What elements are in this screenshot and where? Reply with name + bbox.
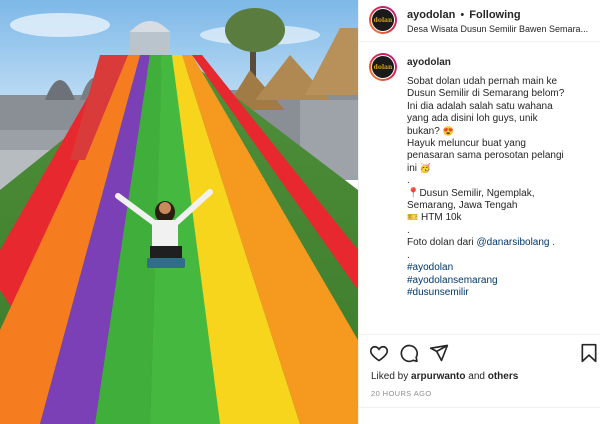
rainbow-slide-image — [0, 0, 358, 424]
hashtag-link[interactable]: #ayodolan — [407, 262, 597, 274]
post-side-panel: dolan ayodolan • Following Desa Wisata D… — [358, 0, 600, 424]
action-bar: Liked by arpurwanto and others 20 HOURS … — [359, 334, 600, 424]
post-photo[interactable] — [0, 0, 358, 424]
likes-summary: Liked by arpurwanto and others — [371, 371, 519, 382]
caption-line: Foto dolan dari @danarsibolang . — [407, 237, 556, 249]
caption-line: Ini dia adalah salah satu wahana — [407, 100, 553, 112]
heart-eyes-emoji-icon: 😍 — [442, 125, 454, 136]
mention-link[interactable]: @danarsibolang — [477, 237, 550, 248]
caption-avatar[interactable]: dolan — [369, 53, 397, 81]
caption-line: Sobat dolan udah pernah main ke — [407, 76, 558, 87]
post-header: dolan ayodolan • Following Desa Wisata D… — [359, 0, 600, 42]
caption-line: . — [407, 224, 410, 236]
ticket-icon: 🎫 — [407, 212, 419, 223]
comment-box[interactable] — [359, 407, 600, 424]
caption-line: Hayuk meluncur buat yang — [407, 138, 526, 150]
hashtag-link[interactable]: #dusunsemilir — [407, 287, 597, 299]
liker-username[interactable]: arpurwanto — [411, 371, 465, 382]
avatar[interactable]: dolan — [369, 6, 397, 34]
caption-line: bukan? 😍 — [407, 125, 454, 137]
caption-line: 🎫 HTM 10k — [407, 212, 462, 224]
grin-emoji-icon: 🥳 — [419, 162, 432, 173]
following-button[interactable]: Following — [469, 9, 520, 21]
ayodolan-logo-icon: dolan — [371, 8, 395, 32]
header-user-line: ayodolan • Following — [407, 9, 521, 21]
location-link[interactable]: Desa Wisata Dusun Semilir Bawen Semara..… — [407, 24, 597, 34]
pin-icon: 📍 — [407, 187, 420, 199]
bookmark-icon[interactable] — [579, 343, 599, 363]
caption-line: . — [407, 249, 410, 261]
share-icon[interactable] — [429, 343, 449, 363]
header-separator: • — [460, 9, 465, 21]
heart-icon[interactable] — [369, 343, 389, 363]
caption-line: 📍Dusun Semilir, Ngemplak, — [407, 187, 535, 199]
likes-others-link[interactable]: others — [488, 371, 519, 382]
comment-icon[interactable] — [399, 343, 419, 363]
header-username[interactable]: ayodolan — [407, 9, 455, 21]
caption-line: yang ada disini loh guys, unik — [407, 113, 538, 125]
post-timestamp[interactable]: 20 HOURS AGO — [371, 389, 432, 398]
caption-line: Dusun Semilir di Semarang belom? — [407, 88, 565, 100]
caption-text: Sobat dolan udah pernah main ke Dusun Se… — [407, 76, 597, 299]
caption-username[interactable]: ayodolan — [407, 57, 451, 68]
ayodolan-logo-icon: dolan — [371, 55, 395, 79]
caption-section: dolan ayodolan Sobat dolan udah pernah m… — [359, 43, 600, 334]
hashtag-link[interactable]: #ayodolansemarang — [407, 275, 597, 287]
caption-line: penasaran sama perosotan pelangi — [407, 150, 564, 162]
caption-line: Semarang, Jawa Tengah — [407, 200, 518, 212]
caption-line: ini 🥳 — [407, 162, 432, 174]
caption-line: . — [407, 175, 410, 187]
